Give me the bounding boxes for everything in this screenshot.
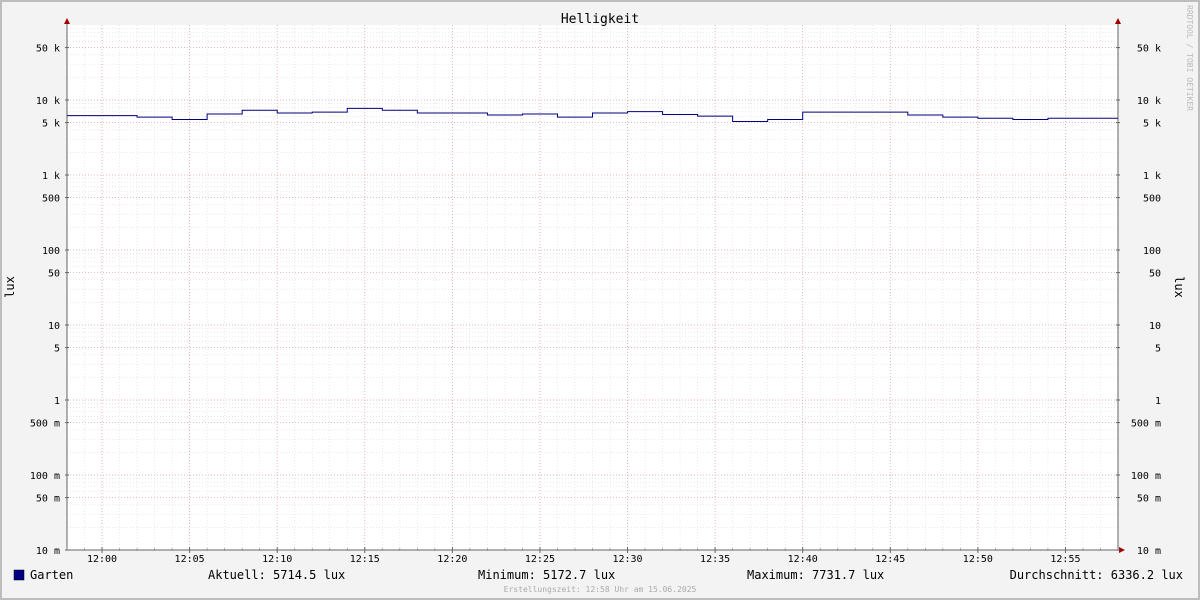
- y-tick-label-left: 500: [42, 194, 60, 205]
- y-tick-label-left: 500 m: [30, 419, 60, 430]
- y-tick-label-right: 5 k: [1143, 119, 1161, 130]
- y-tick-label-left: 10: [48, 321, 60, 332]
- y-tick-label-right: 50: [1149, 269, 1161, 280]
- y-tick-label-right: 50 m: [1137, 494, 1161, 505]
- watermark: RRDTOOL / TOBI OETIKER: [1185, 5, 1194, 111]
- y-tick-label-left: 50 m: [36, 494, 60, 505]
- y-tick-label-right: 10 k: [1137, 96, 1161, 107]
- y-tick-label-left: 100: [42, 246, 60, 257]
- y-tick-label-left: 5 k: [42, 119, 60, 130]
- x-tick-label: 12:40: [788, 554, 818, 565]
- x-tick-label: 12:05: [175, 554, 205, 565]
- y-tick-label-left: 10 k: [36, 96, 60, 107]
- x-tick-label: 12:55: [1050, 554, 1080, 565]
- y-axis-label-right: lux: [1172, 276, 1186, 298]
- legend-series-name: Garten: [30, 568, 73, 582]
- legend-maximum: Maximum: 7731.7 lux: [747, 568, 884, 582]
- y-tick-label-left: 10 m: [36, 546, 60, 557]
- y-tick-label-right: 50 k: [1137, 44, 1161, 55]
- footer-timestamp: Erstellungszeit: 12:58 Uhr am 15.06.2025: [504, 585, 697, 594]
- legend-current: Aktuell: 5714.5 lux: [208, 568, 345, 582]
- legend-minimum: Minimum: 5172.7 lux: [478, 568, 615, 582]
- x-tick-label: 12:20: [437, 554, 467, 565]
- y-tick-label-left: 100 m: [30, 471, 60, 482]
- y-tick-label-right: 5: [1155, 344, 1161, 355]
- y-tick-label-right: 1: [1155, 396, 1161, 407]
- y-tick-label-left: 1: [54, 396, 60, 407]
- y-tick-label-right: 100 m: [1131, 471, 1161, 482]
- y-tick-label-right: 10 m: [1137, 546, 1161, 557]
- y-tick-label-left: 50 k: [36, 44, 60, 55]
- y-tick-label-right: 500: [1143, 194, 1161, 205]
- x-tick-label: 12:15: [350, 554, 380, 565]
- x-tick-label: 12:35: [700, 554, 730, 565]
- x-tick-label: 12:00: [87, 554, 117, 565]
- chart-title: Helligkeit: [561, 12, 639, 27]
- y-tick-label-right: 1 k: [1143, 171, 1161, 182]
- y-tick-label-left: 50: [48, 269, 60, 280]
- y-tick-label-left: 5: [54, 344, 60, 355]
- y-tick-label-right: 100: [1143, 246, 1161, 257]
- chart: 50 k 10 k 5 k 1 k 500 100 50 10 5 1 500 m 100 m 50 m…: [0, 0, 1200, 600]
- y-tick-label-right: 10: [1149, 321, 1161, 332]
- x-tick-label: 12:50: [963, 554, 993, 565]
- y-tick-label-left: 1 k: [42, 171, 60, 182]
- y-tick-label-right: 500 m: [1131, 419, 1161, 430]
- y-axis-label-left: lux: [3, 276, 17, 298]
- legend-swatch: [13, 569, 25, 581]
- x-tick-label: 12:10: [262, 554, 292, 565]
- x-tick-label: 12:45: [875, 554, 905, 565]
- x-tick-label: 12:25: [525, 554, 555, 565]
- legend-average: Durchschnitt: 6336.2 lux: [1010, 568, 1183, 582]
- x-tick-label: 12:30: [612, 554, 642, 565]
